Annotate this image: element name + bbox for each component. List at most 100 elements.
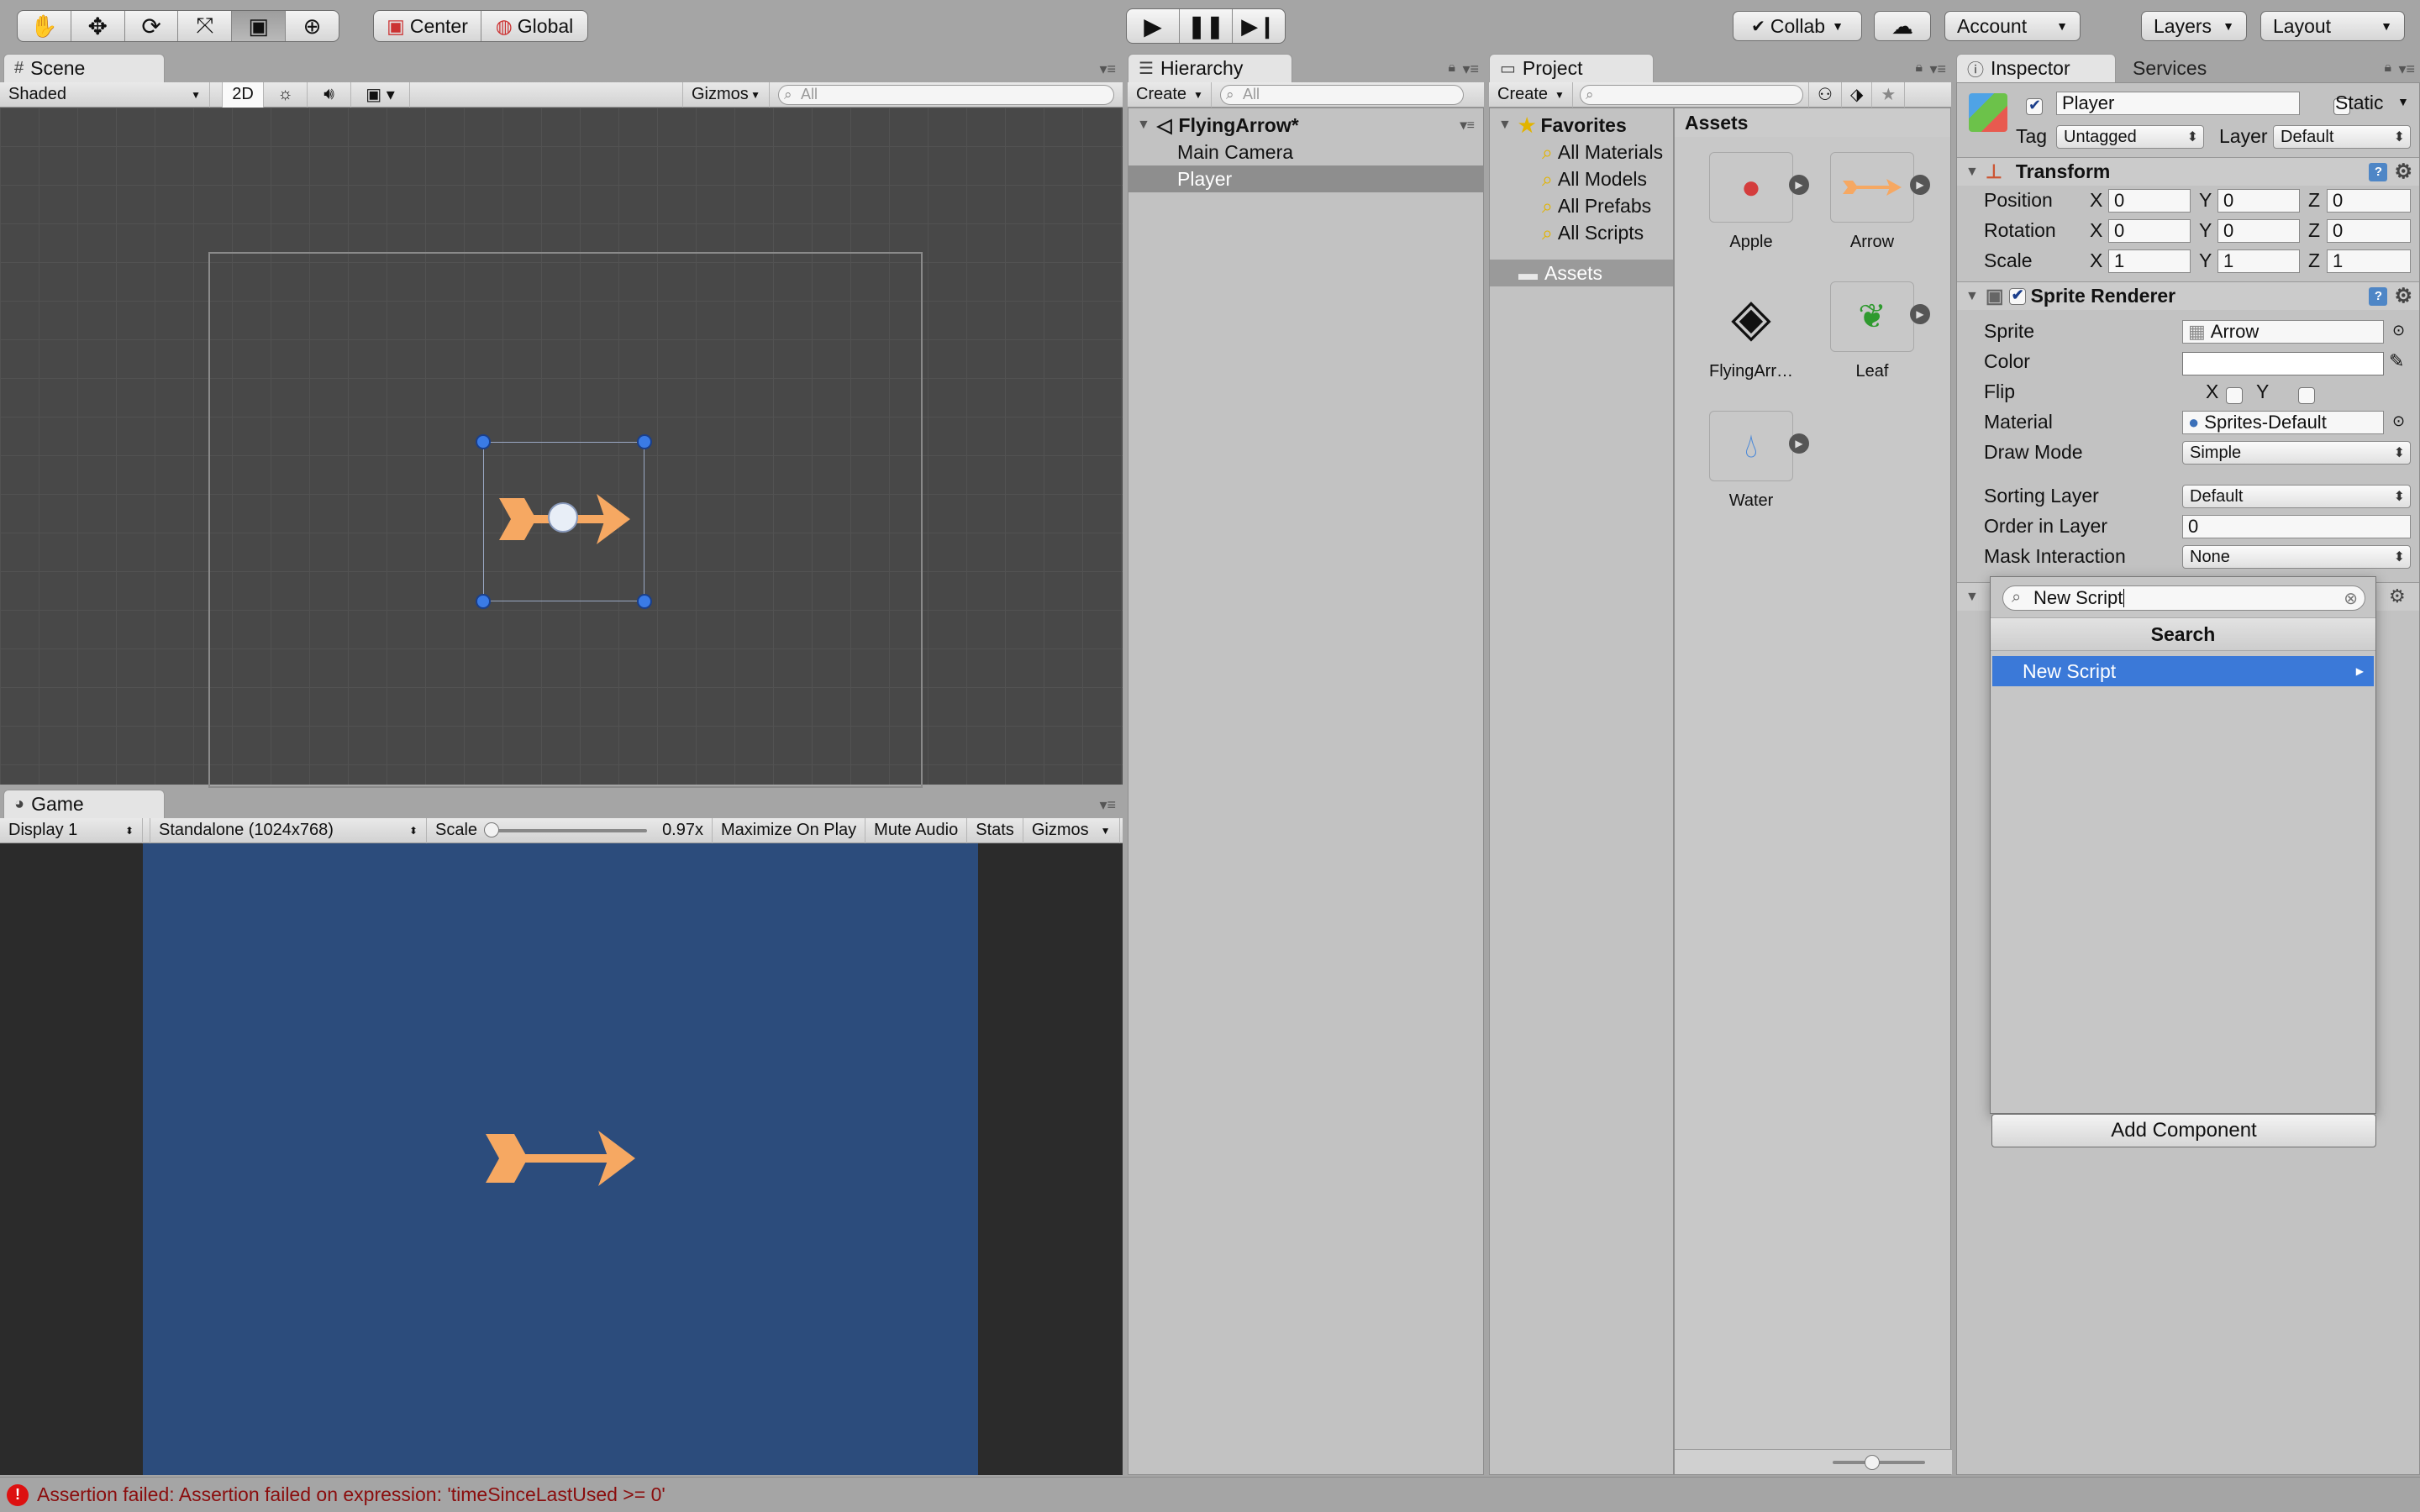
expand-play-icon[interactable]: ▶ [1789,433,1809,454]
position-x-field[interactable]: 0 [2108,189,2191,213]
scene-gizmos-dropdown[interactable]: Gizmos ▼ [682,81,770,108]
scene-viewport[interactable] [0,108,1123,788]
project-search-input[interactable]: ⌕ [1580,84,1803,105]
pause-button[interactable]: ❚❚ [1180,9,1233,43]
lock-icon[interactable]: 🔒︎ [1448,60,1455,76]
scale-x-field[interactable]: 1 [2108,249,2191,273]
game-gizmos-dropdown[interactable]: Gizmos ▼ [1023,817,1120,843]
rotation-z-field[interactable]: 0 [2327,219,2411,243]
static-dropdown-icon[interactable]: ▼ [2397,95,2409,108]
sprite-field[interactable]: ▦ Arrow [2182,320,2384,344]
stats-toggle[interactable]: Stats [967,817,1023,843]
scene-menu-icon[interactable]: ▾≡ [1460,117,1475,134]
project-create-dropdown[interactable]: Create ▼ [1489,81,1573,108]
thumbnail-slider-thumb[interactable] [1865,1455,1880,1470]
handle-tl[interactable] [476,434,491,449]
hierarchy-item-player[interactable]: Player [1128,165,1483,192]
project-tab[interactable]: ▭ Project [1489,54,1654,82]
hierarchy-menu-icon[interactable]: ▾≡ [1462,60,1479,78]
rect-tool-icon[interactable]: ▣ [232,11,287,41]
pivot-global-button[interactable]: ◍ Global [481,11,587,41]
cloud-button[interactable]: ☁ [1874,11,1931,41]
layer-dropdown[interactable]: Default [2273,125,2411,149]
resolution-dropdown[interactable]: Standalone (1024x768) ⬍ [150,817,427,843]
expand-play-icon[interactable]: ▶ [1910,175,1930,195]
asset-arrow[interactable]: ▶ Arrow [1809,152,1935,252]
expand-play-icon[interactable]: ▶ [1789,175,1809,195]
mask-interaction-dropdown[interactable]: None [2182,545,2411,569]
transform-tool-icon[interactable]: ⊕ [286,11,339,41]
play-button[interactable]: ▶ [1127,9,1180,43]
handle-br[interactable] [637,594,652,609]
asset-water[interactable]: 💧︎ ▶ Water [1688,411,1814,511]
add-component-button[interactable]: Add Component [1991,1114,2376,1147]
sprite-renderer-header[interactable]: ▼ ▣ Sprite Renderer ?⚙ [1957,281,2419,310]
game-panel-menu-icon[interactable]: ▾≡ [1099,796,1116,814]
hierarchy-item-main-camera[interactable]: Main Camera [1128,139,1483,165]
position-y-field[interactable]: 0 [2217,189,2300,213]
expand-triangle-icon[interactable]: ▼ [1965,165,1979,180]
help-book-icon[interactable]: ? [2369,286,2388,306]
hierarchy-tab[interactable]: ☰ Hierarchy [1128,54,1292,82]
expand-triangle-icon[interactable]: ▼ [1498,118,1512,133]
expand-play-icon[interactable]: ▶ [1910,304,1930,324]
audio-icon[interactable]: 🔊︎ [308,81,351,108]
component-search-input[interactable]: ⌕ New Script ⊗ [2002,585,2365,611]
favorite-all-prefabs[interactable]: ⌕ All Prefabs [1490,192,1673,219]
asset-flyingarrow-scene[interactable]: ◈ FlyingArr… [1688,281,1814,381]
pivot-center-button[interactable]: ▣ Center [374,11,481,41]
transform-header[interactable]: ▼ ⊥ Transform ? ⚙ [1957,157,2419,186]
hand-tool-icon[interactable]: ✋ [18,11,71,41]
inspector-tab[interactable]: ⓘ Inspector [1956,54,2116,82]
help-book-icon[interactable]: ? [2369,162,2388,181]
scale-slider[interactable] [484,822,648,837]
asset-leaf[interactable]: ❦ ▶ Leaf [1809,281,1935,381]
game-tab[interactable]: ◕ Game [3,790,165,818]
handle-tr[interactable] [637,434,652,449]
display-dropdown[interactable]: Display 1 ⬍ [0,817,143,843]
scene-search-input[interactable]: ⌕ All [778,84,1114,105]
mute-audio-toggle[interactable]: Mute Audio [865,817,968,843]
gear-icon[interactable]: ⚙ [2394,284,2412,308]
shading-mode-dropdown[interactable]: Shaded ▼ [0,81,210,108]
object-picker-icon[interactable]: ⊙ [2392,412,2405,430]
new-script-item[interactable]: New Script ▶ [1992,656,2374,686]
eyedropper-icon[interactable]: ✎ [2389,350,2404,372]
lock-icon[interactable]: 🔒︎ [1915,60,1923,76]
gear-icon[interactable]: ⚙ [2394,160,2412,184]
scene-root-row[interactable]: ▼ ◁ FlyingArrow* ▾≡ [1128,112,1483,139]
maximize-on-play-toggle[interactable]: Maximize On Play [713,817,866,843]
scale-y-field[interactable]: 1 [2217,249,2300,273]
account-dropdown[interactable]: Account ▼ [1944,11,2081,41]
layers-dropdown[interactable]: Layers ▼ [2141,11,2247,41]
rotation-x-field[interactable]: 0 [2108,219,2191,243]
step-button[interactable]: ▶❙ [1233,9,1285,43]
status-message[interactable]: Assertion failed: Assertion failed on ex… [37,1483,666,1506]
sorting-layer-dropdown[interactable]: Default [2182,485,2411,508]
hierarchy-search-input[interactable]: ⌕ All [1220,84,1464,105]
scale-slider-thumb[interactable] [484,822,500,837]
rotate-tool-icon[interactable]: ⟳ [125,11,179,41]
material-field[interactable]: ● Sprites-Default [2182,411,2384,434]
position-z-field[interactable]: 0 [2327,189,2411,213]
active-checkbox[interactable] [2026,97,2043,116]
scene-panel-menu-icon[interactable]: ▾≡ [1099,60,1116,78]
filter-type-icon[interactable]: ⚇ [1808,81,1842,108]
asset-apple[interactable]: ● ▶ Apple [1688,152,1814,252]
layout-dropdown[interactable]: Layout ▼ [2260,11,2405,41]
mode-2d-toggle[interactable]: 2D [222,81,264,108]
draw-mode-dropdown[interactable]: Simple [2182,441,2411,465]
services-tab[interactable]: Services [2133,54,2207,82]
scale-z-field[interactable]: 1 [2327,249,2411,273]
handle-bl[interactable] [476,594,491,609]
scene-tab[interactable]: # Scene [3,54,165,82]
favorite-all-scripts[interactable]: ⌕ All Scripts [1490,219,1673,246]
favorite-all-materials[interactable]: ⌕ All Materials [1490,139,1673,165]
favorites-header[interactable]: ▼ ★ Favorites [1490,112,1673,139]
object-picker-icon[interactable]: ⊙ [2392,322,2405,339]
filter-label-icon[interactable]: ⬗ [1842,81,1873,108]
color-swatch[interactable] [2182,352,2384,375]
collab-button[interactable]: ✔ Collab ▼ [1733,11,1862,41]
flip-x-checkbox[interactable] [2226,387,2244,405]
clear-search-icon[interactable]: ⊗ [2344,588,2358,609]
